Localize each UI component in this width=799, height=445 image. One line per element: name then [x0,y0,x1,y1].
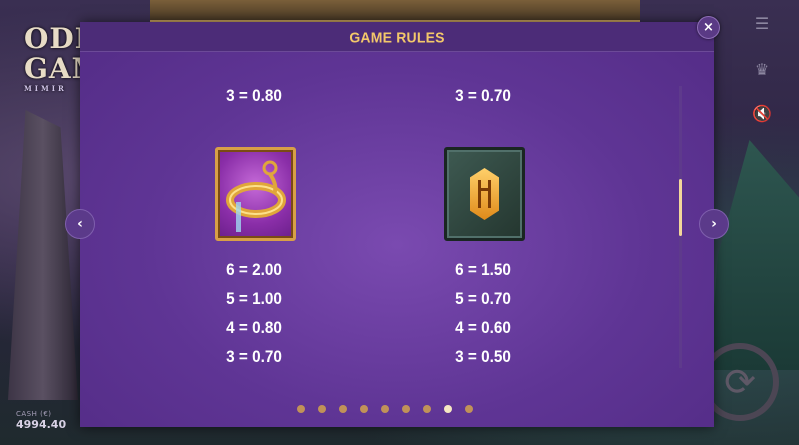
close-button[interactable]: × [697,16,720,39]
page-dot[interactable] [465,405,473,413]
page-dot[interactable] [381,405,389,413]
chevron-left-icon: ‹ [77,216,83,232]
game-rules-modal: GAME RULES [80,22,714,427]
logo-subtitle: MIMIR [24,84,67,93]
right-payout-list: 6 = 1.50 5 = 0.70 4 = 0.60 3 = 0.50 [420,255,546,371]
cash-label: CASH (€) [16,410,52,418]
previous-page-button[interactable]: ‹ [65,209,95,239]
modal-header: GAME RULES [80,22,714,52]
page-dot[interactable] [297,405,305,413]
left-payout-3: 3 = 0.70 [226,347,282,366]
game-logo: ODI GAM MIMIR [24,22,104,104]
chevron-right-icon: › [711,216,717,232]
sound-off-icon[interactable]: 🔇 [749,100,775,126]
left-payout-5: 5 = 1.00 [226,289,282,308]
page-dot[interactable] [360,405,368,413]
reel-top-frame [150,0,640,22]
page-dot-active[interactable] [444,405,452,413]
right-payout-3: 3 = 0.50 [455,347,511,366]
page-dot[interactable] [402,405,410,413]
left-payout-list: 6 = 2.00 5 = 1.00 4 = 0.80 3 = 0.70 [191,255,317,371]
page-dot[interactable] [318,405,326,413]
trophy-icon[interactable]: ♛ [749,56,775,82]
scrollbar-thumb[interactable] [679,179,682,236]
modal-title: GAME RULES [349,28,445,45]
menu-icon[interactable]: ☰ [749,10,775,36]
right-payout-4: 4 = 0.60 [455,318,511,337]
bracelet-symbol-icon [215,147,296,241]
logo-line-1: ODI [24,22,89,55]
next-page-button[interactable]: › [699,209,729,239]
page-dot[interactable] [423,405,431,413]
cash-display: CASH (€) 4994.40 [16,410,66,431]
right-payout-5: 5 = 0.70 [455,289,511,308]
left-top-payout: 3 = 0.80 [226,86,282,105]
right-top-payout: 3 = 0.70 [455,86,511,105]
left-payout-6: 6 = 2.00 [226,260,282,279]
right-payout-6: 6 = 1.50 [455,260,511,279]
page-dot[interactable] [339,405,347,413]
left-payout-4: 4 = 0.80 [226,318,282,337]
rune-mark [478,180,491,208]
cash-value: 4994.40 [16,418,67,431]
logo-line-2: GAM [24,52,104,85]
rune-stone-symbol-icon [444,147,525,241]
page-indicator [297,405,473,415]
